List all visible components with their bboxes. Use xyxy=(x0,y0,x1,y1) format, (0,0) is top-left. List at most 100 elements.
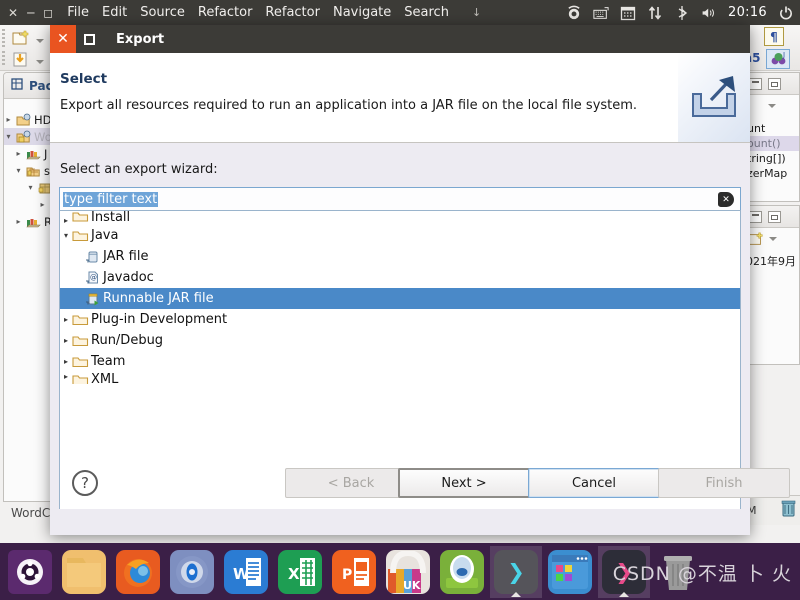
chevron-down-icon[interactable] xyxy=(769,237,777,241)
new-wizard-icon[interactable] xyxy=(748,232,765,247)
maximize-icon[interactable]: ◻ xyxy=(43,7,53,19)
java-perspective-icon[interactable]: J xyxy=(766,49,790,69)
maximize-icon[interactable] xyxy=(768,210,781,223)
tree-row-java[interactable]: ▾ Java xyxy=(60,225,740,246)
dock-item-terminal[interactable]: ❯ xyxy=(490,545,542,598)
tree-row-team[interactable]: ▸ Team xyxy=(60,351,740,372)
outline-code-list[interactable]: unt ount() tring[]) zerMap xyxy=(745,117,799,181)
twisty-icon[interactable]: ▸ xyxy=(60,216,72,225)
chevron-down-icon[interactable] xyxy=(36,60,44,64)
tree-row-xml[interactable]: ▸ XML xyxy=(60,372,740,384)
twisty-icon[interactable]: ▸ xyxy=(60,372,72,381)
dock-item-rhythmbox[interactable] xyxy=(166,546,218,598)
menu-refactor-1[interactable]: Refactor xyxy=(198,5,253,20)
dock-item-eclipse[interactable] xyxy=(436,546,488,598)
twisty-icon[interactable]: ▾ xyxy=(14,166,23,175)
dock-item-powerpoint[interactable]: P xyxy=(328,546,380,598)
dock-item-excel[interactable]: X xyxy=(274,546,326,598)
running-indicator xyxy=(619,591,629,597)
new-wizard-icon[interactable] xyxy=(12,30,44,47)
outline-menu-button[interactable] xyxy=(745,95,799,117)
chevron-down-icon[interactable] xyxy=(36,39,44,43)
dock-item-ubuntu-software[interactable]: UK xyxy=(382,546,434,598)
clear-field-icon[interactable]: ✕ xyxy=(718,192,734,207)
javadoc-icon: @ xyxy=(84,270,101,286)
menu-search[interactable]: Search xyxy=(404,5,449,20)
excel-icon: X xyxy=(285,557,315,586)
twisty-icon[interactable]: ▸ xyxy=(60,357,72,366)
calendar-icon[interactable] xyxy=(620,5,636,21)
ubuntu-software-icon: UK xyxy=(388,550,426,593)
pilcrow-icon[interactable]: ¶ xyxy=(764,27,784,46)
trash-icon[interactable] xyxy=(780,499,797,522)
jre-library-icon xyxy=(26,147,41,161)
dock-item-firefox[interactable] xyxy=(112,546,164,598)
minimize-icon[interactable] xyxy=(749,210,762,223)
outline-item[interactable]: unt xyxy=(747,121,799,136)
dock-item-trash[interactable] xyxy=(652,546,704,598)
toolbar-grip-1[interactable] xyxy=(2,29,5,49)
next-button[interactable]: Next > xyxy=(398,468,530,498)
dock-item-vmware[interactable] xyxy=(544,546,596,598)
svg-text:@: @ xyxy=(90,273,97,281)
tree-row-runnable-jar-file[interactable]: Runnable JAR file xyxy=(60,288,740,309)
filter-input-value[interactable]: type filter text xyxy=(63,191,159,207)
tree-row-install[interactable]: ▸ Install xyxy=(60,211,740,225)
dock-item-ubuntu-dash[interactable] xyxy=(4,546,56,598)
twisty-icon[interactable]: ▸ xyxy=(60,336,72,345)
ubuntu-software-icon[interactable] xyxy=(566,5,582,21)
dialog-titlebar[interactable]: ✕ Export xyxy=(50,25,750,53)
menu-edit[interactable]: Edit xyxy=(102,5,127,20)
minimize-icon[interactable]: ─ xyxy=(27,7,34,19)
save-icon[interactable] xyxy=(12,51,44,68)
volume-icon[interactable] xyxy=(701,5,717,21)
outline-item[interactable]: tring[]) xyxy=(747,151,799,166)
menu-file[interactable]: File xyxy=(67,5,89,20)
header-description: Export all resources required to run an … xyxy=(60,98,638,113)
dock-item-files[interactable] xyxy=(58,546,110,598)
header-title: Select xyxy=(60,71,108,87)
twisty-icon[interactable]: ▸ xyxy=(60,315,72,324)
maximize-icon[interactable] xyxy=(768,77,781,90)
menu-refactor-2[interactable]: Refactor xyxy=(265,5,320,20)
twisty-icon[interactable]: ▸ xyxy=(38,200,47,209)
eclipse-menu-bar[interactable]: File Edit Source Refactor Refactor Navig… xyxy=(67,5,481,20)
help-button[interactable]: ? xyxy=(72,470,98,496)
filter-input[interactable]: type filter text ✕ xyxy=(59,187,741,211)
dock-item-word[interactable]: W xyxy=(220,546,272,598)
menu-source[interactable]: Source xyxy=(140,5,185,20)
folder-icon xyxy=(72,372,89,384)
maximize-icon[interactable] xyxy=(76,25,102,53)
toolbar-grip-2[interactable] xyxy=(2,51,5,67)
twisty-icon[interactable]: ▾ xyxy=(4,132,13,141)
twisty-icon[interactable]: ▸ xyxy=(14,217,23,226)
twisty-icon[interactable]: ▸ xyxy=(4,115,13,124)
bluetooth-icon[interactable] xyxy=(674,5,690,21)
cancel-button[interactable]: Cancel xyxy=(528,468,660,498)
twisty-icon[interactable]: ▾ xyxy=(26,183,35,192)
menu-overflow-icon[interactable]: ↓ xyxy=(472,6,481,19)
network-updown-icon[interactable] xyxy=(647,5,663,21)
power-icon[interactable] xyxy=(778,5,794,21)
close-icon[interactable]: ✕ xyxy=(8,7,18,19)
chevron-down-icon[interactable] xyxy=(768,104,776,108)
outline-item[interactable]: zerMap xyxy=(747,166,799,181)
twisty-icon[interactable]: ▸ xyxy=(14,149,23,158)
tree-row-javadoc[interactable]: @ Javadoc xyxy=(60,267,740,288)
tree-row-run-debug[interactable]: ▸ Run/Debug xyxy=(60,330,740,351)
right-toolbar-icons[interactable]: ¶ a5 J xyxy=(744,27,798,69)
tree-row-jar-file[interactable]: JAR file xyxy=(60,246,740,267)
history-toolbar[interactable] xyxy=(745,228,799,250)
finish-button[interactable]: Finish xyxy=(658,468,790,498)
outline-item[interactable]: ount() xyxy=(747,136,799,151)
dock-item-powershell[interactable]: ❯ xyxy=(598,545,650,598)
twisty-icon[interactable]: ▾ xyxy=(60,231,72,240)
runnable-jar-icon xyxy=(84,291,101,307)
minimize-icon[interactable] xyxy=(749,77,762,90)
keyboard-icon[interactable] xyxy=(593,5,609,21)
tree-row-plug-in-development[interactable]: ▸ Plug-in Development xyxy=(60,309,740,330)
clock[interactable]: 20:16 xyxy=(728,5,767,20)
close-icon[interactable]: ✕ xyxy=(50,25,76,53)
menu-navigate[interactable]: Navigate xyxy=(333,5,391,20)
window-controls[interactable]: ✕ ─ ◻ xyxy=(0,7,53,19)
